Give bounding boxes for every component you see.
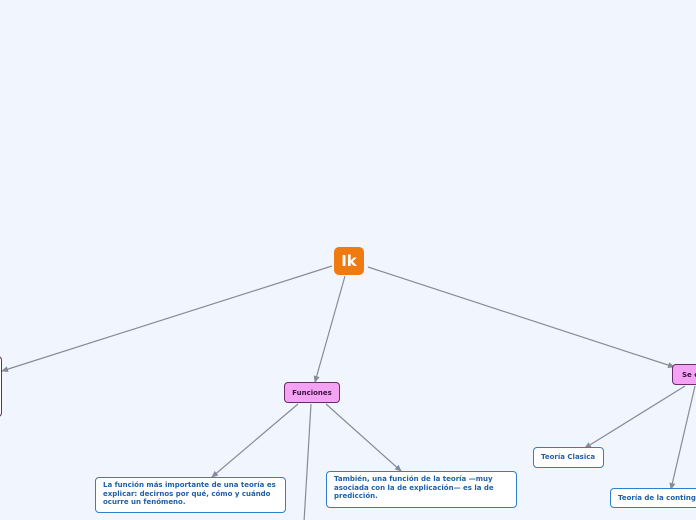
connector-funciones-explicar [211,403,299,478]
leaf-funcion-importante-text: La función más importante de una teoría … [103,481,276,506]
topic-se-clasifican[interactable]: Se c [672,364,696,385]
leaf-funcion-prediccion[interactable]: También, una función de la teoría —muy a… [326,471,517,508]
connector-funciones-prediccion [325,403,402,472]
connector-funciones-down [303,403,312,520]
root-node[interactable]: Ik [334,247,364,275]
left-topic-node[interactable] [0,356,2,417]
connector-root-left [1,265,333,373]
leaf-teoria-contingencia[interactable]: Teoría de la conting [610,488,696,508]
leaf-funcion-prediccion-text: También, una función de la teoría —muy a… [334,475,494,500]
leaf-teoria-clasica[interactable]: Teoría Clasica [533,447,604,468]
topic-funciones[interactable]: Funciones [284,382,340,403]
leaf-teoria-clasica-text: Teoría Clasica [541,453,596,462]
connector-root-se-clasifican [367,266,675,368]
connector-root-funciones [313,275,346,383]
root-label: Ik [341,252,357,270]
connector-se-clasifican-contingencia [669,385,696,490]
topic-funciones-label: Funciones [292,388,332,397]
topic-se-clasifican-label: Se c [682,370,696,379]
connector-se-clasifican-clasica [584,385,686,449]
leaf-funcion-importante[interactable]: La función más importante de una teoría … [95,477,286,513]
leaf-teoria-contingencia-text: Teoría de la conting [618,493,696,502]
